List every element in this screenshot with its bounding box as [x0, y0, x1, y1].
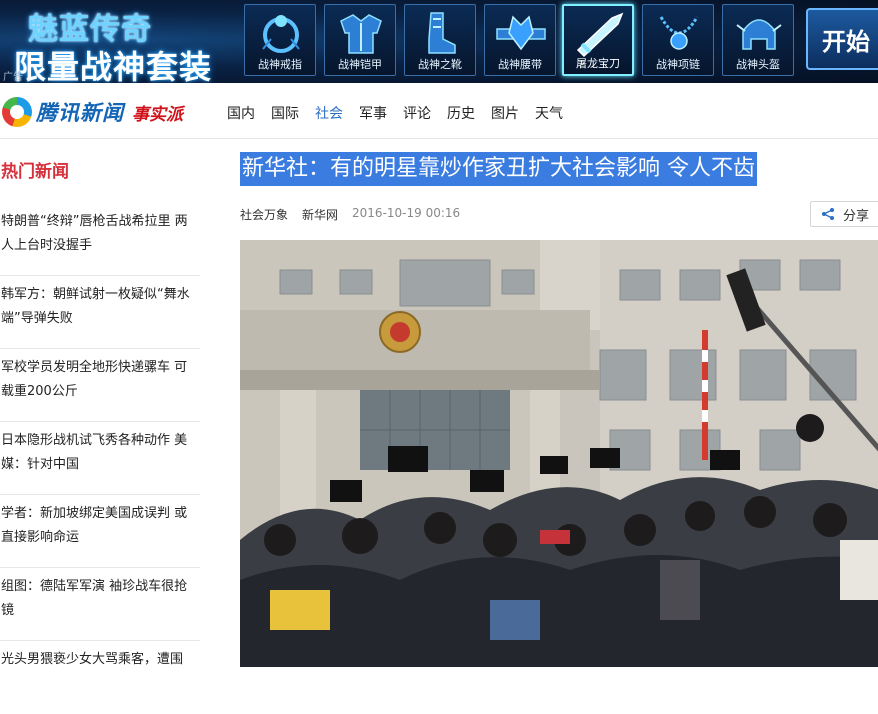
share-button[interactable]: 分享 — [810, 201, 878, 227]
banner-item-necklace[interactable]: 战神项链 — [642, 4, 714, 76]
list-item[interactable]: 学者：新加坡绑定美国成误判 或直接影响命运 — [0, 496, 200, 568]
banner-item-label: 战神腰带 — [498, 58, 542, 71]
list-item[interactable]: 军校学员发明全地形快递骡车 可载重200公斤 — [0, 350, 200, 422]
hot-news-sidebar: 热门新闻 特朗普“终辩”唇枪舌战希拉里 两人上台时没握手 韩军方：朝鲜试射一枚疑… — [0, 140, 200, 667]
tencent-news-logo-icon — [2, 97, 32, 127]
nav-item-commentary[interactable]: 评论 — [403, 103, 431, 123]
article-photo[interactable] — [240, 240, 878, 667]
banner-item-ring[interactable]: 战神戒指 — [244, 4, 316, 76]
list-item[interactable]: 组图：德陆军军演 袖珍战车很抢镜 — [0, 569, 200, 641]
top-navbar: 腾讯新闻 事实派 国内 国际 社会 军事 评论 历史 图片 天气 — [0, 83, 878, 139]
share-icon — [822, 208, 834, 220]
article-source[interactable]: 新华网 — [302, 206, 338, 223]
nav-item-weather[interactable]: 天气 — [535, 103, 563, 123]
article-channel[interactable]: 社会万象 — [240, 206, 288, 223]
necklace-icon — [659, 16, 699, 50]
logo-brand: 腾讯新闻 — [36, 101, 124, 125]
banner-item-label: 战神头盔 — [736, 58, 780, 71]
hot-news-title: 热门新闻 — [1, 162, 69, 182]
nav-item-society[interactable]: 社会 — [315, 103, 343, 123]
banner-ad[interactable]: 魅蓝传奇 限量战神套装 广告 战神戒指 战神铠甲 战神之靴 战神腰带 屠龙宝刀 … — [0, 0, 878, 83]
banner-item-label: 战神戒指 — [258, 58, 302, 71]
ad-tag: 广告 — [3, 72, 23, 83]
banner-item-label: 战神项链 — [656, 58, 700, 71]
news-link[interactable]: 军校学员发明全地形快递骡车 可载重200公斤 — [1, 356, 199, 404]
news-link[interactable]: 日本隐形战机试飞秀各种动作 美媒：针对中国 — [1, 429, 199, 477]
banner-headline-2: 限量战神套装 — [14, 48, 213, 83]
nav-item-pictures[interactable]: 图片 — [491, 103, 519, 123]
nav-item-history[interactable]: 历史 — [447, 103, 475, 123]
belt-icon — [496, 15, 546, 51]
list-item[interactable]: 韩军方：朝鲜试射一枚疑似“舞水端”导弹失败 — [0, 277, 200, 349]
helmet-icon — [736, 19, 782, 50]
article-meta: 社会万象 新华网 2016-10-19 00:16 — [240, 206, 460, 223]
banner-item-sword[interactable]: 屠龙宝刀 — [562, 4, 634, 76]
start-button[interactable]: 开始 — [806, 8, 878, 70]
banner-item-label: 屠龙宝刀 — [576, 57, 620, 70]
channel-nav: 国内 国际 社会 军事 评论 历史 图片 天气 — [227, 103, 579, 123]
banner-item-armor[interactable]: 战神铠甲 — [324, 4, 396, 76]
article-time: 2016-10-19 00:16 — [352, 206, 461, 220]
boots-icon — [428, 12, 456, 54]
nav-item-domestic[interactable]: 国内 — [227, 103, 255, 123]
list-item[interactable]: 特朗普“终辩”唇枪舌战希拉里 两人上台时没握手 — [0, 204, 200, 276]
banner-item-boots[interactable]: 战神之靴 — [404, 4, 476, 76]
news-link[interactable]: 韩军方：朝鲜试射一枚疑似“舞水端”导弹失败 — [1, 283, 199, 331]
sword-icon — [576, 12, 624, 58]
article-headline[interactable]: 新华社：有的明星靠炒作家丑扩大社会影响 令人不齿 — [240, 152, 757, 186]
list-item[interactable]: 光头男猥亵少女大骂乘客，遭围 — [0, 642, 200, 714]
share-label: 分享 — [843, 208, 870, 224]
banner-item-belt[interactable]: 战神腰带 — [484, 4, 556, 76]
nav-item-international[interactable]: 国际 — [271, 103, 299, 123]
nav-item-military[interactable]: 军事 — [359, 103, 387, 123]
banner-item-label: 战神铠甲 — [338, 58, 382, 71]
banner-item-helmet[interactable]: 战神头盔 — [722, 4, 794, 76]
list-item[interactable]: 日本隐形战机试飞秀各种动作 美媒：针对中国 — [0, 423, 200, 495]
news-link[interactable]: 学者：新加坡绑定美国成误判 或直接影响命运 — [1, 502, 199, 550]
ring-icon — [262, 15, 300, 53]
banner-item-label: 战神之靴 — [418, 58, 462, 71]
news-link[interactable]: 组图：德陆军军演 袖珍战车很抢镜 — [1, 575, 199, 623]
site-logo[interactable]: 腾讯新闻 事实派 — [2, 95, 183, 129]
news-link[interactable]: 光头男猥亵少女大骂乘客，遭围 — [1, 648, 199, 672]
armor-icon — [340, 14, 382, 54]
news-link[interactable]: 特朗普“终辩”唇枪舌战希拉里 两人上台时没握手 — [1, 210, 199, 258]
logo-sub-brand: 事实派 — [132, 104, 183, 125]
article: 新华社：有的明星靠炒作家丑扩大社会影响 令人不齿 社会万象 新华网 2016-1… — [218, 140, 878, 667]
